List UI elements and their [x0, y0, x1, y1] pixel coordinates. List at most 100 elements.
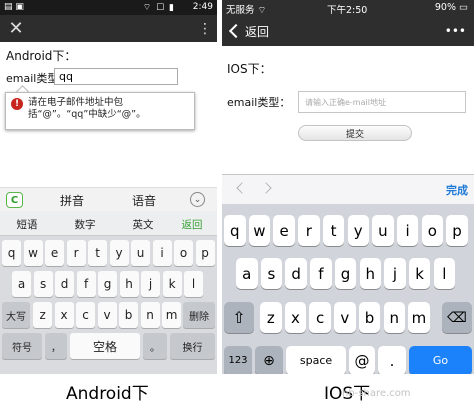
key-c[interactable]: c — [76, 302, 96, 328]
email-input[interactable]: qq — [54, 68, 178, 85]
key-g[interactable]: g — [334, 258, 357, 289]
key-r[interactable]: r — [298, 215, 320, 246]
key-h[interactable]: h — [359, 258, 381, 289]
shift-key[interactable]: 大写 — [2, 302, 30, 328]
status-carrier: 无服务 ⌔ — [226, 5, 267, 16]
key-y[interactable]: y — [347, 215, 369, 246]
key-q[interactable]: q — [224, 215, 246, 246]
ios-page-content: IOS下： email类型： 请输入正确e-mail地址 提交 — [222, 46, 474, 174]
collapse-keyboard-icon[interactable]: ⌄ — [190, 192, 205, 207]
mode-phrases-button[interactable]: 短语 — [0, 212, 54, 236]
key-z[interactable]: z — [33, 302, 53, 328]
more-menu-icon[interactable]: ••• — [445, 16, 466, 46]
key-t[interactable]: t — [88, 240, 108, 266]
key-d[interactable]: d — [285, 258, 307, 289]
submit-button[interactable]: 提交 — [298, 125, 412, 141]
more-menu-icon[interactable]: ⋮ — [197, 15, 213, 42]
key-t[interactable]: t — [322, 215, 345, 246]
key-i[interactable]: i — [396, 215, 419, 246]
key-l[interactable]: l — [433, 258, 456, 289]
key-j[interactable]: j — [384, 258, 406, 289]
validation-tooltip: ! 请在电子邮件地址中包括“@”。“qq”中缺少“@”。 — [5, 92, 195, 130]
key-n[interactable]: n — [140, 302, 160, 328]
at-key[interactable]: @ — [349, 346, 375, 374]
android-caption: Android下 — [66, 384, 149, 404]
key-v[interactable]: v — [334, 302, 356, 333]
key-p[interactable]: p — [446, 215, 468, 246]
email-input[interactable]: 请输入正确e-mail地址 — [298, 91, 466, 113]
space-key[interactable]: 空格 — [70, 333, 140, 359]
key-f[interactable]: f — [76, 271, 96, 297]
key-d[interactable]: d — [55, 271, 75, 297]
email-label: email类型： — [227, 96, 291, 109]
globe-icon[interactable]: ⊕ — [255, 346, 283, 374]
key-v[interactable]: v — [97, 302, 117, 328]
key-c[interactable]: c — [309, 302, 331, 333]
key-h[interactable]: h — [119, 271, 139, 297]
key-e[interactable]: e — [273, 215, 295, 246]
key-q[interactable]: q — [2, 240, 22, 266]
key-k[interactable]: k — [408, 258, 431, 289]
key-o[interactable]: o — [174, 240, 194, 266]
ime-toolbar: C 拼音 语音 ⌄ — [0, 187, 217, 211]
numbers-key[interactable]: 123 — [224, 346, 252, 374]
warning-icon: ! — [11, 98, 23, 110]
key-u[interactable]: u — [131, 240, 151, 266]
space-key[interactable]: space — [286, 346, 346, 374]
shift-arrow-icon[interactable]: ⇧ — [224, 302, 254, 333]
key-e[interactable]: e — [45, 240, 65, 266]
mode-english-button[interactable]: 英文 — [116, 212, 170, 236]
enter-key[interactable]: 换行 — [170, 333, 215, 359]
next-field-icon[interactable] — [260, 182, 272, 194]
status-signal-icons: ⌔ ☐ ▮ — [142, 3, 175, 13]
key-s[interactable]: s — [33, 271, 53, 297]
symbol-key[interactable]: 符号 — [2, 333, 42, 359]
key-n[interactable]: n — [383, 302, 405, 333]
close-icon[interactable]: ✕ — [6, 15, 26, 42]
ios-keyboard: q w e r t y u i o p a s d f g h j k l ⇧ z x c v b n m ⌫ 123 ⊕ space @. G… — [222, 205, 474, 374]
key-l[interactable]: l — [184, 271, 204, 297]
key-k[interactable]: k — [162, 271, 182, 297]
key-x[interactable]: x — [284, 302, 307, 333]
status-battery: 90% ▭ — [434, 2, 468, 13]
ios-status-bar: 无服务 ⌔ 下午2:50 90% ▭ — [222, 0, 474, 16]
comma-key[interactable]: ， — [45, 333, 67, 359]
pinyin-button[interactable]: 拼音 — [60, 192, 84, 209]
key-s[interactable]: s — [260, 258, 283, 289]
android-keyboard: 短语 数字 英文 返回 q w e r t y u i o p a s d f g h j k l 大写 z x c v b n m… — [0, 212, 217, 374]
ime-logo-icon[interactable]: C — [6, 192, 23, 208]
key-m[interactable]: m — [408, 302, 430, 333]
key-b[interactable]: b — [119, 302, 139, 328]
back-button[interactable]: 返回 — [228, 21, 269, 41]
key-j[interactable]: j — [141, 271, 161, 297]
validation-message: 请在电子邮件地址中包括“@”。“qq”中缺少“@”。 — [28, 97, 146, 120]
key-z[interactable]: z — [260, 302, 282, 333]
voice-input-button[interactable]: 语音 — [132, 192, 156, 209]
prev-field-icon[interactable] — [236, 182, 248, 194]
done-button[interactable]: 完成 — [446, 182, 468, 198]
key-b[interactable]: b — [358, 302, 381, 333]
key-r[interactable]: r — [66, 240, 86, 266]
key-g[interactable]: g — [98, 271, 118, 297]
mode-back-button[interactable]: 返回 — [168, 212, 216, 236]
dot-key[interactable]: . — [378, 346, 406, 374]
key-y[interactable]: y — [109, 240, 129, 266]
chevron-left-icon — [228, 23, 244, 39]
key-a[interactable]: a — [236, 258, 258, 289]
key-o[interactable]: o — [421, 215, 444, 246]
go-key[interactable]: Go — [409, 346, 472, 374]
key-f[interactable]: f — [310, 258, 332, 289]
keyboard-accessory-bar: 完成 — [222, 174, 474, 204]
key-p[interactable]: p — [195, 240, 215, 266]
key-i[interactable]: i — [152, 240, 172, 266]
mode-numbers-button[interactable]: 数字 — [58, 212, 112, 236]
key-x[interactable]: x — [54, 302, 74, 328]
key-m[interactable]: m — [162, 302, 182, 328]
delete-key[interactable]: 删除 — [183, 302, 215, 328]
key-u[interactable]: u — [372, 215, 394, 246]
period-key[interactable]: 。 — [143, 333, 167, 359]
backspace-icon[interactable]: ⌫ — [442, 302, 472, 333]
key-a[interactable]: a — [12, 271, 32, 297]
key-w[interactable]: w — [248, 215, 271, 246]
key-w[interactable]: w — [23, 240, 43, 266]
